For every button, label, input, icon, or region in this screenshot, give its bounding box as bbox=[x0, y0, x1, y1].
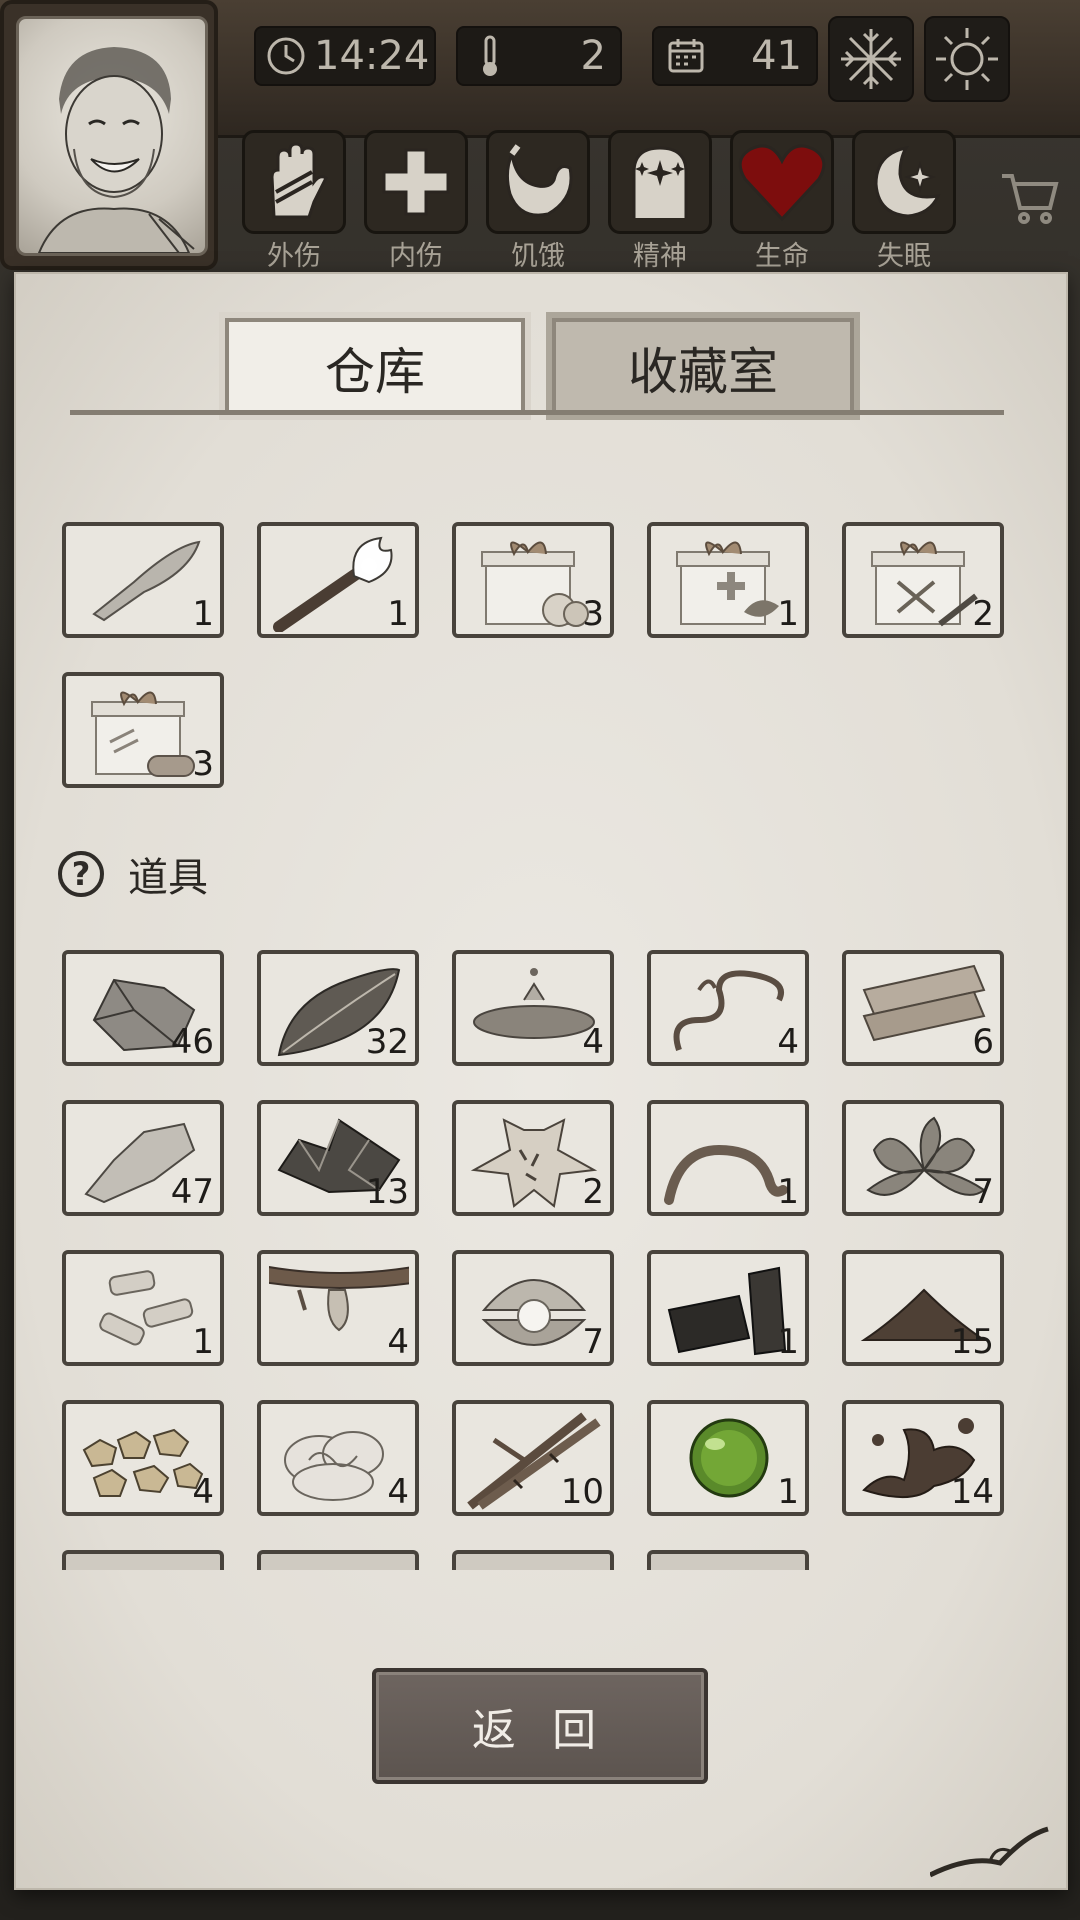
item-slot[interactable]: 32 bbox=[257, 950, 419, 1066]
item-slot-partial[interactable] bbox=[452, 1550, 614, 1570]
item-quantity: 13 bbox=[365, 1172, 409, 1212]
item-slot[interactable]: 10 bbox=[452, 1400, 614, 1516]
section-title: 道具 bbox=[128, 855, 208, 901]
thermometer-icon bbox=[468, 34, 512, 78]
cross-icon bbox=[382, 148, 450, 216]
shop-cart-icon[interactable] bbox=[1000, 170, 1060, 230]
item-slot-partial[interactable] bbox=[647, 1550, 809, 1570]
item-quantity: 6 bbox=[972, 1022, 994, 1062]
item-slot[interactable]: 7 bbox=[452, 1250, 614, 1366]
status-label-spirit: 精神 bbox=[633, 241, 687, 272]
item-quantity: 14 bbox=[950, 1472, 994, 1512]
item-quantity: 10 bbox=[560, 1472, 604, 1512]
item-quantity: 7 bbox=[972, 1172, 994, 1212]
tab-collection[interactable]: 收藏室 bbox=[552, 318, 854, 414]
item-quantity: 32 bbox=[365, 1022, 409, 1062]
item-slot[interactable]: 4 bbox=[257, 1400, 419, 1516]
status-internal-injury[interactable] bbox=[364, 130, 468, 234]
status-label-health: 生命 bbox=[755, 241, 809, 272]
status-health[interactable] bbox=[730, 130, 834, 234]
item-slot[interactable]: 4 bbox=[62, 1400, 224, 1516]
head-sparkle-icon bbox=[632, 146, 688, 218]
item-slot[interactable]: 4 bbox=[647, 950, 809, 1066]
item-slot[interactable]: 1 bbox=[647, 1400, 809, 1516]
tab-divider bbox=[70, 410, 1004, 415]
item-slot[interactable]: 14 bbox=[842, 1400, 1004, 1516]
moon-star-icon bbox=[874, 145, 941, 218]
status-label-insomnia: 失眠 bbox=[877, 241, 931, 272]
time-display: 14:24 bbox=[254, 26, 436, 86]
item-slot[interactable]: 1 bbox=[62, 1250, 224, 1366]
status-spirit[interactable] bbox=[608, 130, 712, 234]
status-label-internal: 内伤 bbox=[389, 241, 443, 272]
item-quantity: 7 bbox=[582, 1322, 604, 1362]
item-quantity: 4 bbox=[387, 1472, 409, 1512]
item-slot-partial[interactable] bbox=[257, 1550, 419, 1570]
item-quantity: 4 bbox=[387, 1322, 409, 1362]
sun-icon[interactable] bbox=[924, 16, 1010, 102]
item-quantity: 1 bbox=[192, 594, 214, 634]
item-quantity: 1 bbox=[777, 594, 799, 634]
item-quantity: 46 bbox=[170, 1022, 214, 1062]
character-portrait[interactable] bbox=[16, 16, 208, 256]
item-slot[interactable]: 4 bbox=[257, 1250, 419, 1366]
item-slot[interactable]: 2 bbox=[452, 1100, 614, 1216]
tab-warehouse[interactable]: 仓库 bbox=[225, 318, 525, 414]
item-slot[interactable]: 7 bbox=[842, 1100, 1004, 1216]
item-slot[interactable]: 6 bbox=[842, 950, 1004, 1066]
equipment-slot[interactable]: 1 bbox=[62, 522, 224, 638]
day-value: 41 bbox=[751, 33, 802, 79]
status-external-wound[interactable] bbox=[242, 130, 346, 234]
item-quantity: 4 bbox=[777, 1022, 799, 1062]
equipment-slot[interactable]: 3 bbox=[62, 672, 224, 788]
snowflake-icon[interactable] bbox=[828, 16, 914, 102]
item-slot[interactable]: 1 bbox=[647, 1250, 809, 1366]
item-slot[interactable]: 4 bbox=[452, 950, 614, 1066]
time-value: 14:24 bbox=[314, 33, 430, 79]
equipment-slot[interactable]: 1 bbox=[647, 522, 809, 638]
back-button[interactable]: 返 回 bbox=[372, 1668, 708, 1784]
status-insomnia[interactable] bbox=[852, 130, 956, 234]
item-slot[interactable]: 13 bbox=[257, 1100, 419, 1216]
item-quantity: 2 bbox=[972, 594, 994, 634]
item-slot[interactable]: 47 bbox=[62, 1100, 224, 1216]
calendar-icon bbox=[664, 34, 708, 78]
status-label-external: 外伤 bbox=[267, 241, 321, 272]
item-quantity: 15 bbox=[950, 1322, 994, 1362]
item-quantity: 4 bbox=[192, 1472, 214, 1512]
heart-icon bbox=[738, 144, 826, 222]
temperature-display: 2 bbox=[456, 26, 622, 86]
item-quantity: 1 bbox=[387, 594, 409, 634]
equipment-slot[interactable]: 3 bbox=[452, 522, 614, 638]
vine-decoration bbox=[930, 1826, 1049, 1878]
equipment-slot[interactable]: 2 bbox=[842, 522, 1004, 638]
question-icon[interactable]: ? bbox=[58, 851, 104, 897]
equipment-slot[interactable]: 1 bbox=[257, 522, 419, 638]
item-slot[interactable]: 15 bbox=[842, 1250, 1004, 1366]
section-header-props: ? 道具 bbox=[58, 845, 208, 903]
day-counter: 41 bbox=[652, 26, 818, 86]
inventory-panel bbox=[14, 272, 1068, 1890]
stomach-icon bbox=[505, 144, 573, 217]
temperature-value: 2 bbox=[580, 33, 606, 79]
item-slot[interactable]: 46 bbox=[62, 950, 224, 1066]
item-quantity: 3 bbox=[582, 594, 604, 634]
item-slot[interactable]: 1 bbox=[647, 1100, 809, 1216]
item-quantity: 1 bbox=[192, 1322, 214, 1362]
item-quantity: 4 bbox=[582, 1022, 604, 1062]
clock-icon bbox=[266, 34, 306, 78]
item-slot-partial[interactable] bbox=[62, 1550, 224, 1570]
item-quantity: 3 bbox=[192, 744, 214, 784]
status-hunger[interactable] bbox=[486, 130, 590, 234]
item-quantity: 1 bbox=[777, 1322, 799, 1362]
item-quantity: 1 bbox=[777, 1472, 799, 1512]
hand-bandage-icon bbox=[270, 142, 328, 219]
status-label-hunger: 饥饿 bbox=[511, 241, 565, 272]
item-quantity: 47 bbox=[170, 1172, 214, 1212]
item-quantity: 2 bbox=[582, 1172, 604, 1212]
character-portrait-frame[interactable] bbox=[0, 0, 218, 270]
item-quantity: 1 bbox=[777, 1172, 799, 1212]
